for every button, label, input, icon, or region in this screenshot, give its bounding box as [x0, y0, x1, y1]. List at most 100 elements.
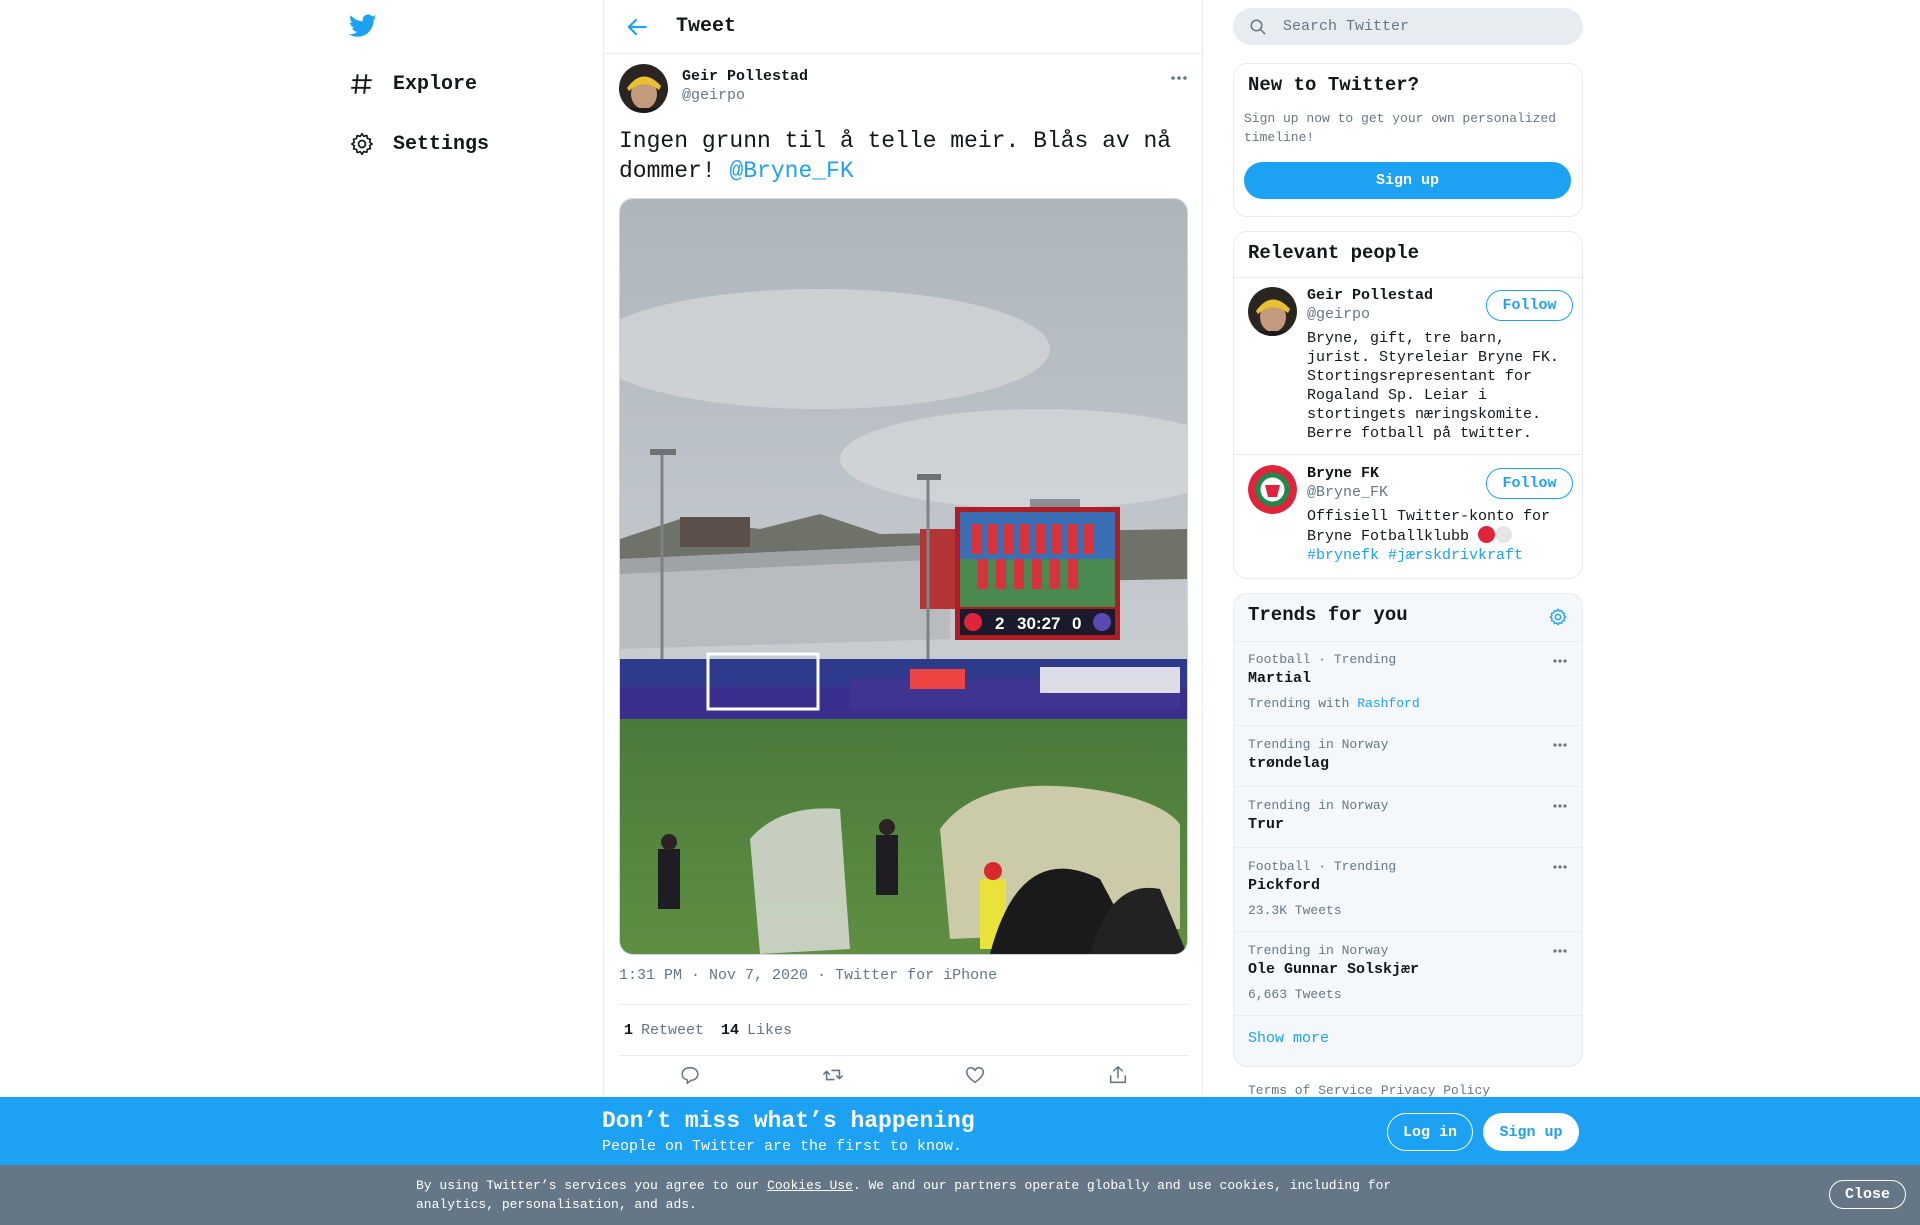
cookie-text-pre: By using Twitter’s services you agree to… [416, 1178, 768, 1193]
trend-name[interactable]: Martial [1248, 670, 1311, 687]
footer-links: Terms of Service Privacy Policy [1248, 1083, 1498, 1098]
tweet-column: Tweet Geir Pollestad @geirpo Ingen grunn… [603, 0, 1203, 1225]
person-handle[interactable]: @geirpo [1307, 306, 1370, 323]
banner-signup-button[interactable]: Sign up [1483, 1113, 1579, 1151]
trend-sub-prefix: Trending with [1248, 696, 1358, 711]
retweet-count[interactable]: 1 [624, 1022, 633, 1039]
tweet-author: Geir Pollestad @geirpo [619, 64, 1189, 114]
person-bio: Bryne, gift, tre barn, jurist. Styreleia… [1307, 330, 1560, 442]
person-name[interactable]: Bryne FK [1307, 465, 1379, 482]
signup-panel: New to Twitter? Sign up now to get your … [1233, 63, 1583, 217]
retweet-label[interactable]: Retweet [641, 1022, 704, 1039]
likes-label[interactable]: Likes [747, 1022, 792, 1039]
back-arrow-icon[interactable] [624, 14, 650, 40]
more-icon[interactable] [1552, 656, 1568, 666]
follow-button[interactable]: Follow [1486, 468, 1573, 499]
trends-settings-gear-icon[interactable] [1548, 607, 1568, 627]
trend-item[interactable]: Football · Trending Martial Trending wit… [1234, 641, 1582, 726]
score-away: 0 [1072, 614, 1081, 633]
trend-item[interactable]: Trending in Norway Trur [1234, 786, 1582, 848]
hashtag-links[interactable]: #brynefk #jærskdrivkraft [1307, 547, 1523, 564]
trend-tweet-count: 6,663 Tweets [1248, 987, 1342, 1002]
column-header: Tweet [604, 0, 1202, 54]
tweet-text: Ingen grunn til å telle meir. Blås av nå… [619, 126, 1189, 186]
mention-link[interactable]: @Bryne_FK [729, 158, 853, 184]
cookie-text: By using Twitter’s services you agree to… [416, 1176, 1416, 1214]
person-name[interactable]: Geir Pollestad [1307, 287, 1433, 304]
signup-banner: Don’t miss what’s happening People on Tw… [0, 1097, 1920, 1165]
trend-related-link[interactable]: Rashford [1357, 696, 1419, 711]
banner-subtext: People on Twitter are the first to know. [602, 1138, 963, 1155]
search-icon [1250, 19, 1266, 34]
trend-name[interactable]: Trur [1248, 816, 1284, 833]
nav-settings[interactable]: Settings [349, 124, 489, 164]
page-title: Tweet [676, 15, 737, 38]
terms-link[interactable]: Terms of Service [1248, 1083, 1373, 1098]
score-clock: 30:27 [1017, 614, 1060, 633]
person-bio: Offisiell Twitter-konto for Bryne Fotbal… [1307, 507, 1575, 565]
cookie-bar: By using Twitter’s services you agree to… [0, 1165, 1920, 1225]
score-home: 2 [995, 614, 1004, 633]
bryne-logo-avatar[interactable] [1248, 465, 1297, 514]
tweet-photo[interactable]: 2 30:27 0 [619, 198, 1188, 955]
trend-name[interactable]: Ole Gunnar Solskjær [1248, 961, 1419, 978]
reply-icon[interactable] [679, 1064, 701, 1086]
author-handle[interactable]: @geirpo [682, 87, 745, 104]
retweet-icon[interactable] [822, 1064, 844, 1086]
trend-name[interactable]: trøndelag [1248, 755, 1329, 772]
avatar[interactable] [1248, 287, 1297, 336]
tweet-source[interactable]: Twitter for iPhone [835, 967, 997, 984]
search-box[interactable]: Search Twitter [1233, 8, 1583, 45]
trend-context: Trending in Norway [1248, 737, 1389, 752]
show-more-label[interactable]: Show more [1248, 1030, 1329, 1047]
signup-panel-title: New to Twitter? [1248, 74, 1420, 96]
trend-name[interactable]: Pickford [1248, 877, 1320, 894]
likes-count[interactable]: 14 [721, 1022, 739, 1039]
stadium-photo: 2 30:27 0 [620, 199, 1187, 954]
author-name[interactable]: Geir Pollestad [682, 68, 808, 85]
divider [1234, 454, 1582, 455]
login-button[interactable]: Log in [1387, 1113, 1473, 1151]
trend-tweet-count: 23.3K Tweets [1248, 903, 1342, 918]
like-icon[interactable] [964, 1064, 986, 1086]
trend-item[interactable]: Trending in Norway trøndelag [1234, 725, 1582, 787]
signup-panel-text: Sign up now to get your own personalized… [1244, 111, 1557, 145]
privacy-link[interactable]: Privacy Policy [1381, 1083, 1490, 1098]
trend-context: Football · Trending [1248, 652, 1397, 667]
sidebar-signup-button[interactable]: Sign up [1244, 162, 1571, 199]
cookies-use-link[interactable]: Cookies Use [767, 1178, 853, 1193]
person-handle[interactable]: @Bryne_FK [1307, 484, 1388, 501]
tweet-timestamp[interactable]: 1:31 PM · Nov 7, 2020 [619, 967, 808, 984]
twitter-logo-icon[interactable] [349, 14, 377, 38]
more-icon[interactable] [1169, 72, 1189, 84]
trend-subtext: Trending with Rashford [1248, 696, 1420, 711]
tweet-actions [619, 1064, 1189, 1094]
trends-panel: Trends for you Football · Trending Marti… [1233, 593, 1583, 1067]
trend-item[interactable]: Football · Trending Pickford 23.3K Tweet… [1234, 847, 1582, 932]
hashtag-icon [351, 74, 372, 94]
red-circle-emoji-icon [1478, 526, 1496, 543]
banner-heading: Don’t miss what’s happening [602, 1108, 975, 1134]
follow-button[interactable]: Follow [1486, 290, 1573, 321]
tweet-stats: 1 Retweet 14 Likes [619, 1004, 1189, 1056]
tweet-body: Ingen grunn til å telle meir. Blås av nå… [619, 128, 1172, 184]
more-icon[interactable] [1552, 946, 1568, 956]
close-cookie-button[interactable]: Close [1829, 1180, 1906, 1209]
search-input[interactable]: Search Twitter [1283, 18, 1409, 35]
show-more-link[interactable]: Show more [1234, 1015, 1582, 1066]
trend-item[interactable]: Trending in Norway Ole Gunnar Solskjær 6… [1234, 931, 1582, 1016]
bio-text: Offisiell Twitter-konto for Bryne Fotbal… [1307, 508, 1551, 545]
nav-settings-label: Settings [393, 132, 490, 156]
nav-explore[interactable]: Explore [349, 64, 477, 104]
trend-context: Trending in Norway [1248, 798, 1389, 813]
more-icon[interactable] [1552, 801, 1568, 811]
divider [1234, 277, 1582, 278]
more-icon[interactable] [1552, 862, 1568, 872]
share-icon[interactable] [1107, 1064, 1129, 1086]
trends-title: Trends for you [1248, 604, 1408, 626]
gear-icon [350, 132, 373, 156]
trend-context: Trending in Norway [1248, 943, 1389, 958]
nav-explore-label: Explore [393, 72, 478, 96]
avatar[interactable] [619, 64, 668, 113]
more-icon[interactable] [1552, 740, 1568, 750]
